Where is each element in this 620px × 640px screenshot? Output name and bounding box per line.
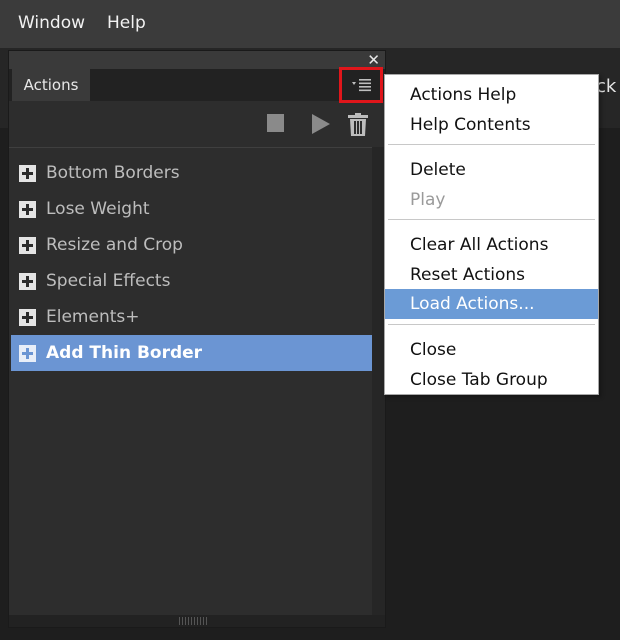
actions-panel: ✕ Actions Bottom Borders Lose Weight Res…: [8, 50, 386, 628]
action-item-bottom-borders[interactable]: Bottom Borders: [11, 155, 373, 191]
expand-plus-icon[interactable]: [19, 344, 36, 362]
panel-flyout-menu: Actions Help Help Contents Delete Play C…: [384, 74, 599, 395]
action-item-label: Elements+: [46, 307, 140, 327]
menu-item-delete[interactable]: Delete: [385, 155, 598, 185]
menu-item-clear-all-actions[interactable]: Clear All Actions: [385, 230, 598, 260]
action-item-add-thin-border[interactable]: Add Thin Border: [11, 335, 373, 371]
menu-item-reset-actions[interactable]: Reset Actions: [385, 260, 598, 290]
panel-titlebar[interactable]: ✕: [9, 51, 385, 69]
expand-plus-icon[interactable]: [19, 308, 36, 326]
tab-actions[interactable]: Actions: [12, 69, 90, 101]
actions-toolbar: [9, 103, 385, 148]
action-item-elements-plus[interactable]: Elements+: [11, 299, 373, 335]
menu-window[interactable]: Window: [18, 13, 85, 33]
menu-item-play: Play: [410, 190, 446, 210]
menu-item-help-contents[interactable]: Help Contents: [385, 110, 598, 140]
stop-icon[interactable]: [266, 113, 286, 137]
action-item-lose-weight[interactable]: Lose Weight: [11, 191, 373, 227]
expand-plus-icon[interactable]: [19, 200, 36, 218]
app-menubar: Window Help: [0, 0, 620, 48]
menu-separator: [388, 324, 595, 325]
tab-row: Actions: [9, 69, 385, 101]
background-partial-text: ck: [596, 76, 617, 97]
resize-grip[interactable]: [179, 617, 209, 625]
menu-item-close[interactable]: Close: [385, 335, 598, 365]
menu-item-close-tab-group[interactable]: Close Tab Group: [385, 365, 598, 395]
expand-plus-icon[interactable]: [19, 164, 36, 182]
action-item-resize-and-crop[interactable]: Resize and Crop: [11, 227, 373, 263]
menu-help[interactable]: Help: [107, 13, 146, 33]
menu-separator: [388, 144, 595, 145]
panel-flyout-menu-button[interactable]: [339, 67, 383, 103]
action-item-label: Lose Weight: [46, 199, 150, 219]
expand-plus-icon[interactable]: [19, 236, 36, 254]
trash-icon[interactable]: [347, 113, 369, 141]
menu-item-load-actions[interactable]: Load Actions...: [385, 289, 598, 319]
action-item-label: Add Thin Border: [46, 343, 203, 363]
action-item-label: Resize and Crop: [46, 235, 183, 255]
menu-item-actions-help[interactable]: Actions Help: [385, 80, 598, 110]
actions-list: Bottom Borders Lose Weight Resize and Cr…: [11, 155, 373, 371]
action-item-special-effects[interactable]: Special Effects: [11, 263, 373, 299]
play-icon[interactable]: [310, 113, 332, 139]
flyout-menu-icon: [352, 79, 371, 92]
action-item-label: Bottom Borders: [46, 163, 180, 183]
panel-resize-bar: [9, 615, 385, 627]
expand-plus-icon[interactable]: [19, 272, 36, 290]
menu-separator: [388, 219, 595, 220]
action-item-label: Special Effects: [46, 271, 171, 291]
